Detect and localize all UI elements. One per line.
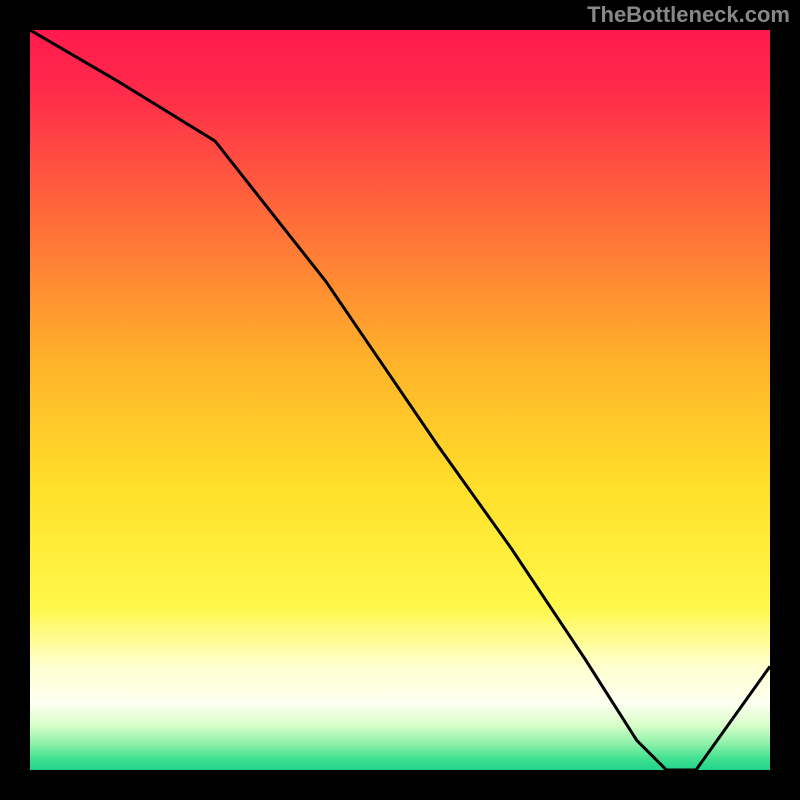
chart-svg xyxy=(30,30,770,770)
chart-plot-area xyxy=(30,30,770,770)
chart-background xyxy=(30,30,770,770)
watermark-text: TheBottleneck.com xyxy=(587,2,790,28)
